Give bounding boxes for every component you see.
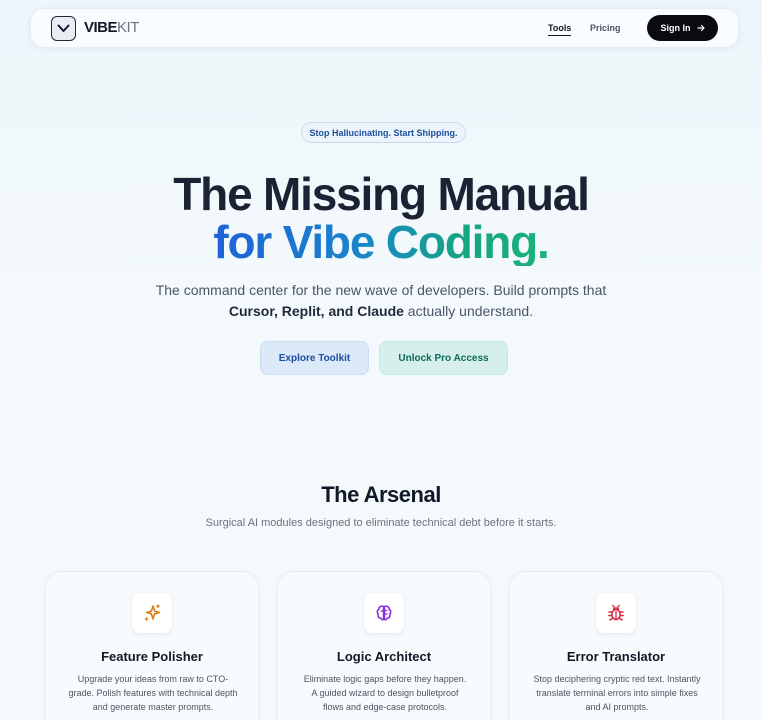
arrow-right-icon xyxy=(696,24,705,32)
card-description: Stop deciphering cryptic red text. Insta… xyxy=(533,674,701,712)
card-title: Feature Polisher xyxy=(101,649,203,664)
top-navbar: VIBEKIT Tools Pricing Sign In xyxy=(30,8,739,48)
section-subtitle: Surgical AI modules designed to eliminat… xyxy=(205,517,557,529)
card-title: Logic Architect xyxy=(336,649,432,664)
hero-subtitle: The command center for the new wave of d… xyxy=(155,282,607,319)
feature-polisher-card[interactable]: Feature Polisher Upgrade your ideas from… xyxy=(45,571,259,720)
bug-icon xyxy=(608,604,624,621)
hero-title-line2: for Vibe Coding. xyxy=(213,216,549,268)
card-description: Upgrade your ideas from raw to CTO-grade… xyxy=(68,674,238,712)
card-description: Eliminate logic gaps before they happen.… xyxy=(303,674,467,712)
brain-icon xyxy=(376,605,392,621)
card-title: Error Translator xyxy=(566,649,666,664)
hero-title: The Missing Manual for Vibe Coding. xyxy=(0,170,762,266)
chevron-down-icon xyxy=(57,24,70,32)
unlock-pro-button[interactable]: Unlock Pro Access xyxy=(379,341,508,375)
explore-toolkit-button[interactable]: Explore Toolkit xyxy=(260,341,369,375)
hero-badge: Stop Hallucinating. Start Shipping. xyxy=(301,122,466,143)
logic-architect-card[interactable]: Logic Architect Eliminate logic gaps bef… xyxy=(277,571,491,720)
sign-in-button[interactable]: Sign In xyxy=(647,15,718,41)
logo-mark[interactable] xyxy=(51,16,76,41)
nav-link-tools[interactable]: Tools xyxy=(548,23,572,36)
section-title: The Arsenal xyxy=(321,482,441,507)
error-translator-card[interactable]: Error Translator Stop deciphering crypti… xyxy=(509,571,723,720)
hero-title-line1: The Missing Manual xyxy=(173,168,590,220)
sparkles-icon xyxy=(144,604,161,622)
logo-wordmark[interactable]: VIBEKIT xyxy=(84,19,139,36)
nav-link-pricing[interactable]: Pricing xyxy=(590,23,621,33)
